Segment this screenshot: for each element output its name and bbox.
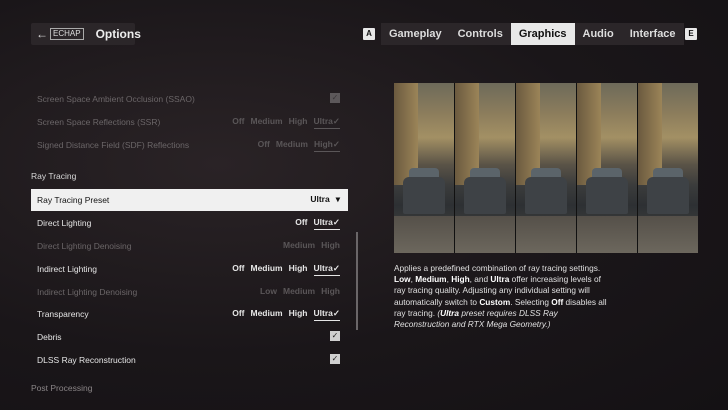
option-high[interactable]: High✓ — [313, 139, 340, 152]
tab-audio[interactable]: Audio — [575, 23, 622, 45]
option-medium[interactable]: Medium — [250, 308, 282, 321]
setting-debris[interactable]: Debris ✓ — [31, 326, 348, 348]
option-ultra[interactable]: Ultra✓ — [313, 116, 340, 129]
setting-label: Signed Distance Field (SDF) Reflections — [37, 140, 190, 150]
option-high[interactable]: High — [321, 286, 340, 296]
prev-tab-key[interactable]: A — [363, 28, 375, 40]
setting-label: Ray Tracing Preset — [37, 195, 110, 205]
option-off[interactable]: Off — [258, 139, 270, 152]
setting-label: Direct Lighting Denoising — [37, 241, 132, 251]
setting-label: Screen Space Ambient Occlusion (SSAO) — [37, 94, 195, 104]
setting-label: Screen Space Reflections (SSR) — [37, 117, 161, 127]
setting-label: Debris — [37, 332, 62, 342]
preview-panel — [455, 83, 515, 253]
setting-dlss-rr[interactable]: DLSS Ray Reconstruction ✓ — [31, 349, 348, 371]
section-post-processing: Post Processing — [31, 383, 93, 393]
setting-label: Indirect Lighting Denoising — [37, 287, 138, 297]
dlss-checkbox[interactable]: ✓ — [330, 354, 340, 364]
check-icon: ✓ — [332, 139, 340, 149]
setting-ssr[interactable]: Screen Space Reflections (SSR) Off Mediu… — [31, 111, 348, 133]
preset-value[interactable]: Ultra — [310, 194, 329, 205]
preview-image — [394, 83, 698, 253]
debris-checkbox[interactable]: ✓ — [330, 331, 340, 341]
option-off[interactable]: Off — [232, 116, 244, 129]
tab-interface[interactable]: Interface — [622, 23, 684, 45]
option-medium[interactable]: Medium — [283, 240, 315, 250]
check-icon: ✓ — [332, 116, 340, 126]
setting-label: Direct Lighting — [37, 218, 92, 228]
setting-indirect-lighting[interactable]: Indirect Lighting Off Medium High Ultra✓ — [31, 258, 348, 280]
option-off[interactable]: Off — [232, 308, 244, 321]
preview-panel — [516, 83, 576, 253]
option-low[interactable]: Low — [260, 286, 277, 296]
section-ray-tracing: Ray Tracing — [31, 171, 77, 181]
option-medium[interactable]: Medium — [283, 286, 315, 296]
setting-label: Indirect Lighting — [37, 264, 98, 274]
esc-key-badge: ECHAP — [50, 28, 84, 40]
tab-gameplay[interactable]: Gameplay — [381, 23, 450, 45]
page-title: Options — [95, 27, 141, 41]
check-icon: ✓ — [332, 263, 340, 273]
option-ultra[interactable]: Ultra✓ — [313, 217, 340, 230]
option-medium[interactable]: Medium — [276, 139, 308, 152]
tab-bar: Gameplay Controls Graphics Audio Interfa… — [381, 23, 684, 45]
setting-direct-lighting[interactable]: Direct Lighting Off Ultra✓ — [31, 212, 348, 234]
back-button[interactable]: ← ECHAP Options — [31, 23, 141, 45]
option-off[interactable]: Off — [295, 217, 307, 230]
preview-panel — [394, 83, 454, 253]
option-high[interactable]: High — [289, 263, 308, 276]
option-off[interactable]: Off — [232, 263, 244, 276]
dropdown-caret-icon: ▾ — [335, 194, 340, 204]
option-medium[interactable]: Medium — [250, 116, 282, 129]
tab-graphics[interactable]: Graphics — [510, 23, 575, 45]
setting-sdf-reflections[interactable]: Signed Distance Field (SDF) Reflections … — [31, 134, 348, 156]
check-icon: ✓ — [332, 308, 340, 318]
setting-indirect-denoising[interactable]: Indirect Lighting Denoising Low Medium H… — [31, 281, 348, 303]
option-ultra[interactable]: Ultra✓ — [313, 308, 340, 321]
setting-transparency[interactable]: Transparency Off Medium High Ultra✓ — [31, 303, 348, 325]
option-high[interactable]: High — [321, 240, 340, 250]
check-icon: ✓ — [332, 217, 340, 227]
setting-label: DLSS Ray Reconstruction — [37, 355, 136, 365]
scrollbar[interactable] — [356, 232, 358, 330]
back-arrow-icon: ← — [36, 27, 48, 41]
setting-direct-denoising[interactable]: Direct Lighting Denoising Medium High — [31, 235, 348, 257]
option-medium[interactable]: Medium — [250, 263, 282, 276]
preview-panel — [638, 83, 698, 253]
option-high[interactable]: High — [289, 116, 308, 129]
option-high[interactable]: High — [289, 308, 308, 321]
setting-description: Applies a predefined combination of ray … — [394, 263, 607, 330]
option-ultra[interactable]: Ultra✓ — [313, 263, 340, 276]
next-tab-key[interactable]: E — [685, 28, 697, 40]
setting-label: Transparency — [37, 309, 89, 319]
tab-controls[interactable]: Controls — [450, 23, 511, 45]
setting-rt-preset[interactable]: Ray Tracing Preset Ultra ▾ — [31, 189, 348, 211]
ssao-checkbox[interactable]: ✓ — [330, 93, 340, 103]
setting-ssao[interactable]: Screen Space Ambient Occlusion (SSAO) ✓ — [31, 88, 348, 110]
preview-panel — [577, 83, 637, 253]
